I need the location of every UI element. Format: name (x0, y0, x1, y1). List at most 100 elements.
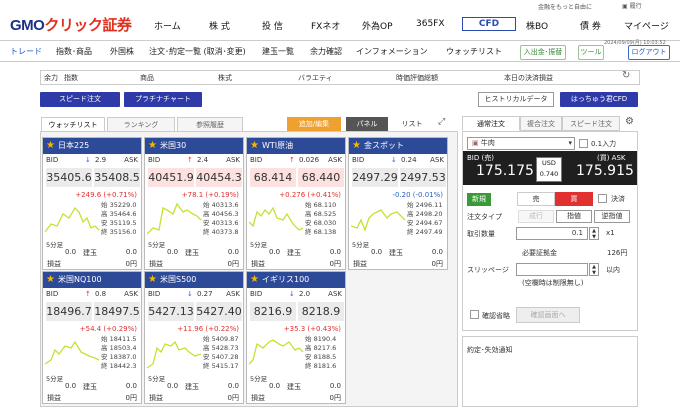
nav-stock[interactable]: 株 式 (209, 19, 230, 32)
watch-card[interactable]: ★ 日本225 BID ↓ 2.9 ASK 35405.6 35408.5 +249.6 (+0… (42, 137, 142, 270)
add-edit-button[interactable]: 追加/編集 (287, 117, 341, 131)
subnav-info[interactable]: インフォメーション (356, 46, 428, 57)
card-title[interactable]: ★ 米国30 (145, 138, 243, 154)
nav-365fx[interactable]: 365FX (416, 19, 445, 29)
bank-link[interactable]: ▣ 履行 (622, 1, 642, 10)
ask-quote[interactable]: 5427.40 (196, 302, 242, 321)
nav-cfd[interactable]: CFD (462, 17, 516, 31)
star-icon[interactable]: ★ (352, 140, 361, 152)
bid-quote[interactable]: 35405.6 (46, 168, 92, 187)
quantity-input[interactable]: 0.1 (516, 227, 588, 240)
watch-card[interactable]: ★ 金スポット BID ↓ 0.24 ASK 2497.29 2497.53 -0.20 (-0… (348, 137, 448, 270)
tab-watchlist[interactable]: ウォッチリスト (41, 117, 105, 132)
unit-checkbox[interactable] (579, 139, 588, 148)
subnav-trade[interactable]: トレード (10, 46, 42, 57)
star-icon[interactable]: ★ (250, 274, 259, 286)
ohlc-label: 高 (203, 210, 210, 218)
position-sell: 0.0 (167, 382, 179, 390)
platinum-chart-button[interactable]: プラチナチャート (124, 92, 202, 107)
subnav-watchlist[interactable]: ウォッチリスト (446, 46, 502, 57)
bid-quote[interactable]: 5427.13 (148, 302, 194, 321)
ask-quote[interactable]: 18497.5 (94, 302, 140, 321)
star-icon[interactable]: ★ (46, 274, 55, 286)
watch-card[interactable]: ★ 米国NQ100 BID ↑ 0.8 ASK 18496.7 18497.5 +54.4 (+… (42, 271, 142, 404)
watch-card[interactable]: ★ イギリス100 BID ↓ 2.0 ASK 8216.9 8218.9 +35.3 (+0.… (246, 271, 346, 404)
card-title[interactable]: ★ 日本225 (43, 138, 141, 154)
slippage-stepper[interactable]: ▲ ▼ (589, 263, 599, 276)
new-order-badge[interactable]: 新規 (467, 193, 491, 206)
star-icon[interactable]: ★ (148, 274, 157, 286)
limit-order-button[interactable]: 指値 (556, 210, 592, 223)
ask-quote[interactable]: 8218.9 (298, 302, 344, 321)
card-title[interactable]: ★ WTI原油 (247, 138, 345, 154)
slippage-input[interactable] (516, 263, 588, 276)
buy-button[interactable]: 買 (555, 192, 593, 206)
ask-quote[interactable]: 35408.5 (94, 168, 140, 187)
historical-data-button[interactable]: ヒストリカルデータ (478, 92, 554, 107)
ohlc-label: 高 (101, 210, 108, 218)
bid-quote[interactable]: 40451.9 (148, 168, 194, 187)
ask-quote[interactable]: 40454.3 (196, 168, 242, 187)
subnav-orders[interactable]: 注文･約定一覧 (取消･変更) (149, 46, 246, 57)
watch-card[interactable]: ★ 米国30 BID ↑ 2.4 ASK 40451.9 40454.3 +78.1 (+0.1… (144, 137, 244, 270)
settle-checkbox[interactable] (598, 194, 607, 203)
card-title[interactable]: ★ 米国S500 (145, 272, 243, 288)
bid-ask-row: BID ↓ 2.0 ASK (247, 288, 345, 300)
expand-icon[interactable]: ⤢ (438, 117, 445, 127)
ask-quote[interactable]: 68.440 (298, 168, 344, 187)
sell-button[interactable]: 売 (517, 192, 555, 206)
deposit-button[interactable]: 入出金･振替 (520, 45, 566, 60)
tab-combined-order[interactable]: 複合注文 (520, 116, 562, 131)
panel-view-button[interactable]: パネル (346, 117, 388, 131)
refresh-icon[interactable]: ↻ (622, 70, 630, 81)
confirm-skip-checkbox[interactable] (470, 310, 479, 319)
nav-fund[interactable]: 投 信 (262, 19, 283, 32)
product-select[interactable]: ▣ 牛肉 ▾ (467, 137, 575, 150)
nav-home[interactable]: ホーム (154, 19, 181, 32)
nav-bond[interactable]: 債 券 (580, 19, 601, 32)
subnav-positions[interactable]: 建玉一覧 (262, 46, 294, 57)
nav-fxneo[interactable]: FXネオ (311, 19, 340, 32)
bid-quote[interactable]: 2497.29 (352, 168, 398, 187)
star-icon[interactable]: ★ (148, 140, 157, 152)
star-icon[interactable]: ★ (250, 140, 259, 152)
nav-option[interactable]: 外為OP (362, 19, 393, 32)
tab-ranking[interactable]: ランキング (107, 117, 175, 132)
ohlc-label: 終 (305, 362, 312, 370)
nav-mypage[interactable]: マイページ (624, 19, 669, 32)
confirm-screen-button[interactable]: 確認画面へ (516, 307, 580, 323)
tool-button[interactable]: ツール (578, 45, 604, 60)
star-icon[interactable]: ★ (46, 140, 55, 152)
tab-history[interactable]: 参照履歴 (177, 117, 243, 132)
arrow-down-icon: ↓ (187, 290, 193, 298)
card-title[interactable]: ★ イギリス100 (247, 272, 345, 288)
watch-card[interactable]: ★ 米国S500 BID ↓ 0.27 ASK 5427.13 5427.40 +11.96 (… (144, 271, 244, 404)
bid-quote[interactable]: 8216.9 (250, 302, 296, 321)
ask-price[interactable]: 175.915 (576, 163, 634, 179)
subnav-index[interactable]: 指数･商品 (56, 46, 92, 57)
bid-price[interactable]: 175.175 (476, 163, 534, 179)
bid-label: BID (148, 290, 161, 298)
bid-quote[interactable]: 68.414 (250, 168, 296, 187)
hacchu-cfd-button[interactable]: はっちゅう君CFD (560, 92, 638, 107)
pnl-value: 0円 (227, 394, 239, 402)
ohlc-value: 68.525 (313, 210, 337, 218)
subnav-margin[interactable]: 余力確認 (310, 46, 342, 57)
bid-quote[interactable]: 18496.7 (46, 302, 92, 321)
gear-icon[interactable]: ⚙ (625, 116, 634, 127)
stop-order-button[interactable]: 逆指値 (594, 210, 630, 223)
ask-quote[interactable]: 2497.53 (400, 168, 446, 187)
tab-normal-order[interactable]: 通常注文 (462, 116, 520, 131)
market-order-button[interactable]: 成行 (518, 210, 554, 223)
watch-card[interactable]: ★ WTI原油 BID ↑ 0.026 ASK 68.414 68.440 +0.276 (+0… (246, 137, 346, 270)
logout-button[interactable]: ログアウト (628, 45, 670, 60)
subnav-foreign[interactable]: 外国株 (110, 46, 134, 57)
card-title[interactable]: ★ 米国NQ100 (43, 272, 141, 288)
gmo-logo[interactable]: GMOクリック証券 (10, 14, 132, 35)
speed-order-button[interactable]: スピード注文 (40, 92, 120, 107)
tab-speed-order[interactable]: スピード注文 (562, 116, 620, 131)
card-title[interactable]: ★ 金スポット (349, 138, 447, 154)
list-view-button[interactable]: リスト (392, 117, 432, 131)
nav-bo[interactable]: 株BO (526, 19, 548, 32)
quantity-stepper[interactable]: ▲ ▼ (589, 227, 599, 240)
